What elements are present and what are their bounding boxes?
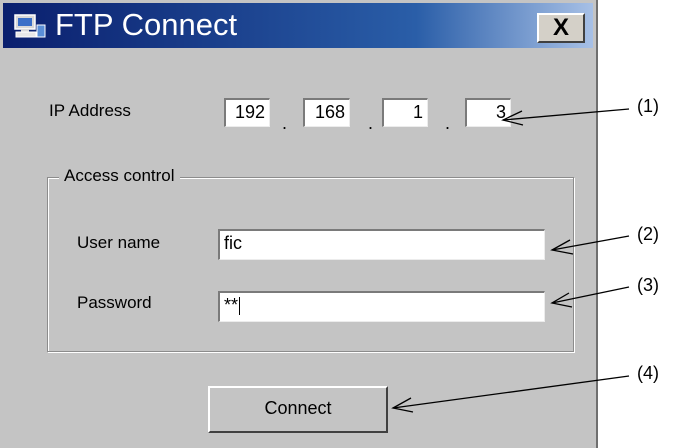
callout-label-3: (3): [637, 275, 659, 295]
callout-arrow-1: [502, 108, 630, 121]
callout-arrows: [391, 108, 630, 413]
callout-arrow-3: [551, 286, 630, 304]
callout-label-4: (4): [637, 363, 659, 383]
callout-label-2: (2): [637, 224, 659, 244]
callout-label-1: (1): [637, 96, 659, 116]
callout-arrow-4: [392, 375, 630, 409]
